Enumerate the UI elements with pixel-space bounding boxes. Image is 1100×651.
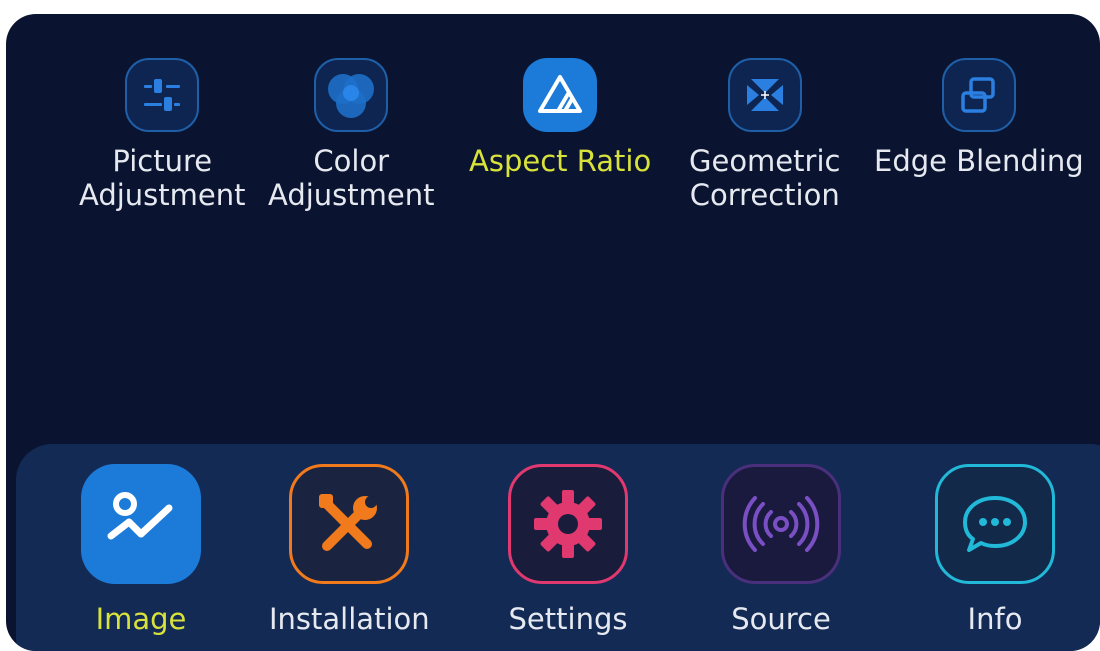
nav-label: Image [95,602,187,636]
nav-label: Settings [508,602,628,636]
nav-item-image[interactable]: Image [81,464,201,636]
submenu-label: Picture Adjustment [79,144,246,212]
submenu-edge-blending[interactable]: Edge Blending [874,58,1084,178]
submenu-label: Color Adjustment [268,144,435,212]
submenu-color-adjustment[interactable]: Color Adjustment [268,58,435,212]
nav-item-source[interactable]: Source [721,464,841,636]
submenu-label: Geometric Correction [689,144,841,212]
chat-icon [935,464,1055,584]
nav-label: Installation [269,602,430,636]
submenu-geometric-correction[interactable]: Geometric Correction [689,58,840,212]
nav-label: Info [967,602,1023,636]
projector-menu-screen: Picture Adjustment Color Adjustment Aspe… [6,14,1100,651]
image-icon [81,464,201,584]
signal-icon [721,464,841,584]
geometric-correction-icon [727,58,802,132]
submenu-picture-adjustment[interactable]: Picture Adjustment [79,58,246,212]
sliders-icon [125,58,200,132]
gear-icon [508,464,628,584]
submenu-label: Aspect Ratio [469,144,652,178]
edge-blending-icon [941,58,1016,132]
nav-item-settings[interactable]: Settings [508,464,628,636]
nav-label: Source [731,602,831,636]
aspect-ratio-icon [523,58,598,132]
nav-item-info[interactable]: Info [935,464,1055,636]
submenu-aspect-ratio[interactable]: Aspect Ratio [469,58,651,178]
color-circles-icon [314,58,389,132]
submenu-label: Edge Blending [874,144,1084,178]
nav-item-installation[interactable]: Installation [269,464,430,636]
tools-icon [289,464,410,584]
